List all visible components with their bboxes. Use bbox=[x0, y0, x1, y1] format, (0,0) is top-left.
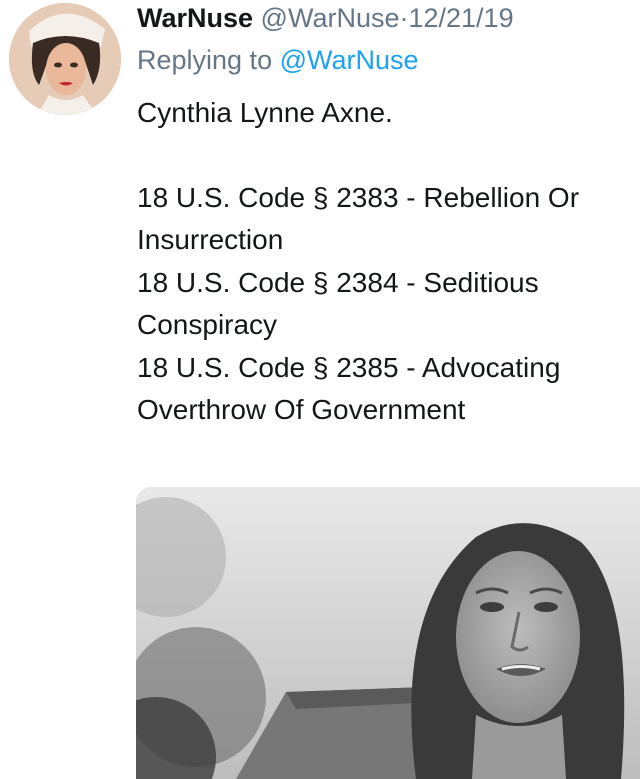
photo-image bbox=[136, 487, 640, 779]
tweet-text-line: 18 U.S. Code § 2384 - Seditious Conspira… bbox=[137, 266, 539, 341]
replying-to-label: Replying to bbox=[137, 45, 273, 75]
author-name[interactable]: WarNuse bbox=[137, 3, 253, 33]
tweet-date[interactable]: 12/21/19 bbox=[408, 3, 513, 33]
tweet: WarNuse @WarNuse·12/21/19 Replying to @W… bbox=[0, 0, 640, 779]
replying-to: Replying to @WarNuse bbox=[137, 42, 419, 78]
author-handle[interactable]: @WarNuse bbox=[261, 3, 400, 33]
avatar-image bbox=[9, 3, 121, 115]
tweet-text-line: 18 U.S. Code § 2383 - Rebellion Or Insur… bbox=[137, 181, 580, 256]
tweet-body: Cynthia Lynne Axne. 18 U.S. Code § 2383 … bbox=[137, 92, 637, 432]
avatar[interactable] bbox=[9, 3, 121, 115]
tweet-text-line: Cynthia Lynne Axne. bbox=[137, 97, 393, 128]
tweet-media-photo[interactable] bbox=[136, 487, 640, 779]
tweet-header: WarNuse @WarNuse·12/21/19 bbox=[137, 0, 514, 40]
replying-to-mention[interactable]: @WarNuse bbox=[280, 45, 419, 75]
tweet-text-line: 18 U.S. Code § 2385 - Advocating Overthr… bbox=[137, 351, 561, 426]
